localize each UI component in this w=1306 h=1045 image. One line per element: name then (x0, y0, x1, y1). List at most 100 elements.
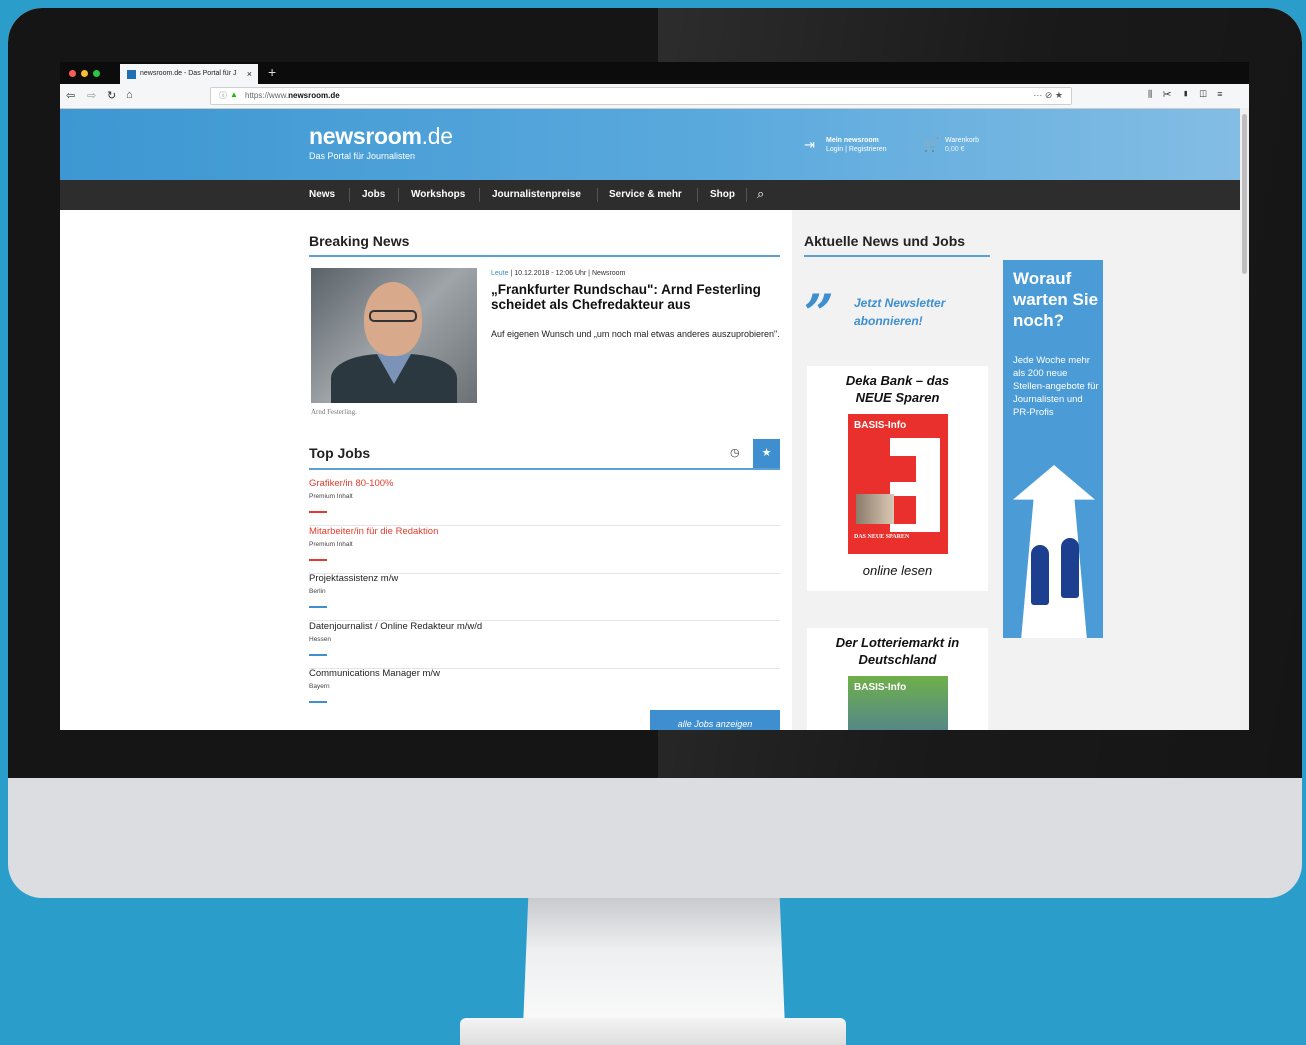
imac-stand-base (460, 1018, 846, 1045)
article-teaser: Auf eigenen Wunsch und „um noch mal etwa… (491, 329, 780, 339)
nav-divider (479, 188, 480, 202)
nav-item-workshops[interactable]: Workshops (411, 189, 465, 200)
tab-bar: newsroom.de - Das Portal für J × + (60, 62, 1249, 84)
photo-caption: Arnd Festerling. (311, 408, 357, 416)
quote-icon: ” (804, 284, 834, 345)
nav-item-shop[interactable]: Shop (710, 189, 735, 200)
browser-window: newsroom.de - Das Portal für J × + ⇦ ⇨ ↻… (60, 62, 1249, 730)
job-title[interactable]: Grafiker/in 80-100% (309, 478, 393, 489)
ad-book-cover: BASIS-Info (848, 676, 948, 730)
job-item[interactable]: Mitarbeiter/in für die Redaktion Premium… (309, 526, 780, 574)
all-jobs-button[interactable]: alle Jobs anzeigen (650, 710, 780, 730)
photo-glasses (369, 310, 417, 322)
job-title[interactable]: Projektassistenz m/w (309, 573, 398, 584)
site-tagline: Das Portal für Journalisten (309, 151, 416, 161)
breaking-news-title: Breaking News (309, 233, 410, 249)
minimize-window-icon[interactable] (81, 70, 88, 77)
arrow-graphic (1013, 465, 1095, 638)
job-item[interactable]: Datenjournalist / Online Redakteur m/w/d… (309, 621, 780, 669)
nav-divider (398, 188, 399, 202)
book-photo (856, 494, 894, 524)
job-subtitle: Premium Inhalt (309, 541, 353, 548)
article-meta: Leute | 10.12.2018 - 12:06 Uhr | Newsroo… (491, 270, 625, 277)
nav-item-jobs[interactable]: Jobs (362, 189, 385, 200)
url-text: https://www.newsroom.de (245, 91, 340, 100)
job-accent-bar (309, 606, 327, 608)
online-read-link[interactable]: online lesen (807, 563, 988, 578)
clock-icon[interactable]: ◷ (730, 446, 740, 459)
nav-item-news[interactable]: News (309, 189, 335, 200)
lock-icon: ▲ (230, 90, 238, 99)
job-subtitle: Hessen (309, 636, 332, 643)
book-footer: DAS NEUE SPAREN (854, 534, 910, 540)
forward-icon[interactable]: ⇨ (87, 89, 96, 102)
login-icon: ⇥ (804, 137, 815, 152)
search-icon[interactable]: ⌕ (757, 186, 764, 202)
section-rule (309, 468, 780, 470)
runner-figure (1031, 545, 1049, 605)
nav-item-journalistenpreise[interactable]: Journalistenpreise (492, 189, 581, 200)
ad-title: Deka Bank – das NEUE Sparen (845, 373, 950, 405)
article-category[interactable]: Leute (491, 270, 509, 277)
ad-book-cover: BASIS-Info DAS NEUE SPAREN (848, 414, 948, 554)
job-title[interactable]: Communications Manager m/w (309, 668, 440, 679)
browser-tab[interactable]: newsroom.de - Das Portal für J × (120, 64, 258, 84)
url-bar[interactable]: ⓘ ▲ https://www.newsroom.de ··· ⊘ ★ (210, 87, 1072, 105)
scrollbar[interactable] (1240, 108, 1249, 730)
article-date: | 10.12.2018 - 12:06 Uhr | Newsroom (508, 270, 626, 277)
job-item[interactable]: Grafiker/in 80-100% Premium Inhalt (309, 478, 780, 526)
star-icon[interactable]: ★ (753, 439, 780, 468)
site-header: newsroom.de Das Portal für Journalisten … (60, 109, 1240, 180)
job-accent-bar (309, 654, 327, 656)
library-icons[interactable]: ⫼ ✂ ▮ ◫ ≡ (1148, 89, 1226, 100)
book-number-graphic (890, 438, 940, 532)
article-photo[interactable] (311, 268, 477, 403)
job-accent-bar (309, 701, 327, 703)
nav-item-service[interactable]: Service & mehr (609, 189, 682, 200)
back-icon[interactable]: ⇦ (66, 89, 75, 102)
nav-divider (697, 188, 698, 202)
job-title[interactable]: Mitarbeiter/in für die Redaktion (309, 526, 438, 537)
section-rule (804, 255, 990, 257)
deka-ad[interactable]: Deka Bank – das NEUE Sparen BASIS-Info DA… (807, 366, 988, 591)
job-title[interactable]: Datenjournalist / Online Redakteur m/w/d (309, 621, 482, 632)
jobs-banner[interactable]: Worauf warten Sie noch? Jede Woche mehr … (1003, 260, 1103, 638)
ad-title: Der Lotteriemarkt in Deutschland (835, 635, 960, 667)
home-icon[interactable]: ⌂ (126, 89, 133, 101)
job-subtitle: Berlin (309, 588, 326, 595)
banner-headline: Worauf warten Sie noch? (1013, 269, 1099, 330)
maximize-window-icon[interactable] (93, 70, 100, 77)
cart-total: 0,00 € (945, 146, 965, 153)
close-tab-icon[interactable]: × (247, 69, 252, 79)
favicon-icon (127, 70, 136, 79)
account-title: Mein newsroom (826, 137, 879, 144)
runner-figure (1061, 538, 1079, 598)
account-sub: Login | Registrieren (826, 146, 887, 153)
job-item[interactable]: Communications Manager m/w Bayern (309, 668, 780, 715)
page-actions-icon[interactable]: ··· ⊘ ★ (1033, 90, 1063, 101)
reload-icon[interactable]: ↻ (107, 89, 116, 102)
nav-divider (349, 188, 350, 202)
banner-body: Jede Woche mehr als 200 neue Stellen-ang… (1013, 355, 1099, 418)
close-window-icon[interactable] (69, 70, 76, 77)
new-tab-button[interactable]: + (268, 64, 276, 80)
job-item[interactable]: Projektassistenz m/w Berlin (309, 573, 780, 621)
newsletter-text: Jetzt Newsletter abonnieren! (854, 296, 946, 328)
newsletter-link[interactable]: ” Jetzt Newsletter abonnieren! (804, 284, 984, 345)
scroll-thumb[interactable] (1242, 114, 1247, 274)
book-title: BASIS-Info (854, 682, 907, 693)
site-logo[interactable]: newsroom.de (309, 123, 453, 150)
lotterie-ad[interactable]: Der Lotteriemarkt in Deutschland BASIS-In… (807, 628, 988, 730)
browser-toolbar: ⇦ ⇨ ↻ ⌂ ⓘ ▲ https://www.newsroom.de ··· … (60, 84, 1249, 109)
job-subtitle: Premium Inhalt (309, 493, 353, 500)
tab-title: newsroom.de - Das Portal für J (140, 70, 237, 77)
nav-divider (597, 188, 598, 202)
job-accent-bar (309, 511, 327, 513)
main-nav: News Jobs Workshops Journalistenpreise S… (60, 180, 1240, 210)
nav-divider (746, 188, 747, 202)
info-icon[interactable]: ⓘ (219, 90, 227, 101)
article-headline[interactable]: „Frankfurter Rundschau": Arnd Festerling… (491, 282, 781, 312)
cart-icon: 🛒 (923, 137, 940, 152)
sidebar-title: Aktuelle News und Jobs (804, 233, 966, 249)
top-jobs-title: Top Jobs (309, 445, 371, 461)
